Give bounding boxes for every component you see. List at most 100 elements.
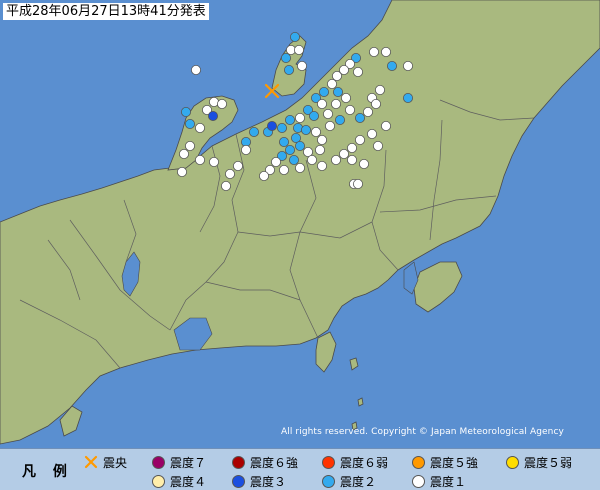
epicenter-x-icon [84,455,98,469]
legend-item-int5plus: 震度５強 [412,453,478,471]
legend-item-int7: 震度７ [152,453,206,471]
station-marker-int1 [224,168,235,179]
station-marker-int1 [358,158,369,169]
station-marker-int3 [207,111,218,122]
station-marker-int1 [294,113,305,124]
station-marker-int2 [284,115,295,126]
station-marker-int2 [284,144,295,155]
legend-item-int6plus: 震度６強 [232,453,298,471]
station-marker-int1 [316,134,327,145]
station-marker-int2 [276,123,287,134]
station-marker-int2 [294,140,305,151]
legend-label-epicenter: 震央 [103,455,128,470]
intensity-4-icon [152,474,165,488]
legend-item-epicenter: 震央 [84,453,127,471]
intensity-7-icon [152,455,165,469]
legend-label-int6plus: 震度６強 [250,455,299,470]
legend-label-int2: 震度２ [340,474,377,489]
legend: 凡 例 震央 震度７ 震度６強 震度６弱 震度５強 震度５弱 震度４ 震度３ 震… [0,448,600,490]
station-marker-int1 [184,140,195,151]
station-marker-int2 [308,111,319,122]
intensity-6-lower-icon [322,455,335,469]
legend-label-int7: 震度７ [170,455,207,470]
station-marker-int1 [293,45,304,56]
station-marker-int1 [314,144,325,155]
station-marker-int2 [300,125,311,136]
station-marker-int1 [322,109,333,120]
station-marker-int1 [380,47,391,58]
station-marker-int2 [354,113,365,124]
station-marker-int2 [402,93,413,104]
station-marker-int1 [240,144,251,155]
station-marker-int1 [176,166,187,177]
station-marker-int1 [380,121,391,132]
station-marker-int2 [280,53,291,64]
legend-label-int1: 震度１ [430,474,467,489]
legend-label-int5plus: 震度５強 [430,455,479,470]
station-marker-int1 [326,79,337,90]
station-marker-int1 [258,170,269,181]
report-timestamp: 平成28年06月27日13時41分発表 [3,3,209,20]
station-marker-int1 [306,154,317,165]
station-marker-int1 [270,156,281,167]
station-marker-int2 [283,65,294,76]
station-marker-int1 [330,99,341,110]
station-marker-int2 [278,136,289,147]
intensity-2-icon [322,474,335,488]
station-marker-int1 [316,160,327,171]
station-marker-int2 [318,87,329,98]
earthquake-intensity-map: 平成28年06月27日13時41分発表 All rights reserved.… [0,0,600,490]
station-marker-int1 [368,47,379,58]
legend-item-int2: 震度２ [322,472,376,490]
station-marker-int1 [352,67,363,78]
station-marker-int1 [208,156,219,167]
legend-item-int4: 震度４ [152,472,206,490]
legend-label-int5minus: 震度５弱 [524,455,573,470]
intensity-1-icon [412,474,425,488]
legend-item-int6minus: 震度６弱 [322,453,388,471]
intensity-6-upper-icon [232,455,245,469]
station-marker-int1 [220,180,231,191]
station-marker-int1 [362,107,373,118]
legend-item-int3: 震度３ [232,472,286,490]
station-marker-int1 [194,123,205,134]
legend-label-int3: 震度３ [250,474,287,489]
station-marker-int1 [346,154,357,165]
legend-title: 凡 例 [22,464,73,480]
legend-item-int1: 震度１ [412,472,466,490]
station-marker-int1 [316,99,327,110]
legend-item-int5minus: 震度５弱 [506,453,572,471]
station-marker-int1 [296,61,307,72]
station-marker-int2 [184,119,195,130]
station-marker-int1 [370,99,381,110]
station-marker-int2 [289,32,300,43]
station-marker-int2 [180,107,191,118]
station-marker-int1 [331,71,342,82]
station-marker-int2 [288,154,299,165]
legend-label-int4: 震度４ [170,474,207,489]
intensity-3-icon [232,474,245,488]
station-marker-int1 [216,99,227,110]
station-marker-int1 [294,162,305,173]
station-marker-int1 [310,127,321,138]
station-marker-int1 [194,154,205,165]
legend-label-int6minus: 震度６弱 [340,455,389,470]
station-marker-int1 [366,128,377,139]
station-marker-int1 [374,85,385,96]
station-marker-int1 [372,140,383,151]
intensity-5-upper-icon [412,455,425,469]
copyright-credit: All rights reserved. Copyright © Japan M… [281,427,564,437]
station-marker-int1 [402,61,413,72]
station-marker-int1 [330,154,341,165]
izu-islet-1 [357,397,364,407]
station-marker-int3 [266,121,277,132]
station-marker-int1 [178,148,189,159]
station-marker-int1 [344,105,355,116]
station-marker-int1 [232,160,243,171]
station-marker-int1 [352,178,363,189]
intensity-5-lower-icon [506,455,519,469]
station-marker-int1 [278,164,289,175]
station-marker-int2 [248,127,259,138]
station-marker-int2 [334,115,345,126]
station-marker-int1 [190,65,201,76]
